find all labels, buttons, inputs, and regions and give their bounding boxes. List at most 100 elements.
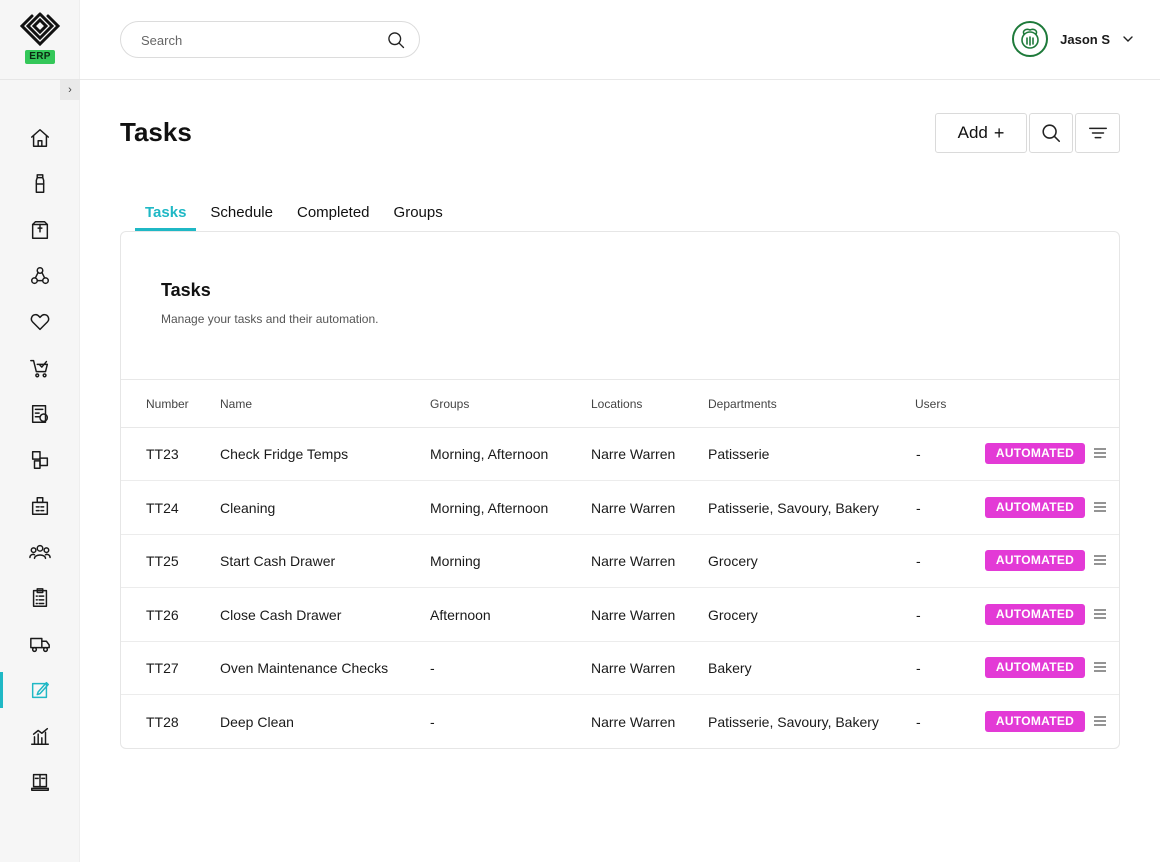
- task-location: Narre Warren: [591, 660, 676, 676]
- column-header-departments[interactable]: Departments: [708, 397, 777, 411]
- clipboard-icon: [32, 588, 48, 607]
- card-title: Tasks: [161, 280, 211, 300]
- tab-tasks[interactable]: Tasks: [135, 200, 197, 231]
- tab-groups[interactable]: Groups: [384, 200, 453, 231]
- card-subtitle: Manage your tasks and their automation.: [161, 312, 379, 326]
- search-button[interactable]: [1029, 113, 1073, 153]
- nav-network[interactable]: [0, 258, 80, 294]
- menu-icon[interactable]: [1093, 553, 1107, 567]
- nav-tasks[interactable]: [0, 672, 80, 708]
- warehouse-icon: [31, 497, 49, 515]
- avatar: [1012, 21, 1049, 57]
- nav-checklists[interactable]: [0, 580, 80, 616]
- search-icon[interactable]: [386, 30, 406, 50]
- column-header-name[interactable]: Name: [220, 397, 252, 411]
- search-input[interactable]: [141, 30, 371, 50]
- task-location: Narre Warren: [591, 553, 676, 569]
- logo-icon: [19, 12, 61, 47]
- task-departments: Patisserie, Savoury, Bakery: [708, 500, 879, 516]
- menu-icon[interactable]: [1093, 500, 1107, 514]
- table-row[interactable]: TT25 Start Cash Drawer Morning Narre War…: [121, 535, 1119, 588]
- nav-favourites[interactable]: [0, 304, 80, 340]
- nav-home[interactable]: [0, 120, 80, 156]
- column-header-locations[interactable]: Locations: [591, 397, 642, 411]
- page-title: Tasks: [120, 117, 192, 147]
- table-row[interactable]: TT26 Close Cash Drawer Afternoon Narre W…: [121, 589, 1119, 642]
- task-users: -: [916, 660, 921, 676]
- nav-invoices[interactable]: [0, 396, 80, 432]
- tab-schedule[interactable]: Schedule: [200, 200, 283, 231]
- status-badge: AUTOMATED: [985, 443, 1085, 464]
- task-groups: Morning, Afternoon: [430, 446, 549, 462]
- task-groups: Afternoon: [430, 607, 491, 623]
- user-name: Jason S: [1060, 31, 1110, 47]
- task-number: TT24: [146, 500, 179, 516]
- column-header-number[interactable]: Number: [146, 397, 189, 411]
- nav-library[interactable]: [0, 764, 80, 800]
- status-badge: AUTOMATED: [985, 711, 1085, 732]
- sidebar: ERP ›: [0, 0, 80, 862]
- column-header-users[interactable]: Users: [915, 397, 946, 411]
- task-groups: -: [430, 660, 435, 676]
- invoice-icon: [31, 405, 49, 423]
- user-menu[interactable]: Jason S: [1012, 20, 1134, 58]
- package-icon: [31, 221, 49, 239]
- task-location: Narre Warren: [591, 607, 676, 623]
- nav-warehouse[interactable]: [0, 488, 80, 524]
- task-name: Deep Clean: [220, 714, 294, 730]
- task-users: -: [916, 553, 921, 569]
- nav-stock[interactable]: [0, 442, 80, 478]
- tab-completed[interactable]: Completed: [287, 200, 380, 231]
- menu-icon[interactable]: [1093, 607, 1107, 621]
- status-badge: AUTOMATED: [985, 550, 1085, 571]
- table-row[interactable]: TT24 Cleaning Morning, Afternoon Narre W…: [121, 482, 1119, 535]
- column-header-groups[interactable]: Groups: [430, 397, 469, 411]
- table-row[interactable]: TT27 Oven Maintenance Checks - Narre War…: [121, 642, 1119, 695]
- add-button[interactable]: Add +: [935, 113, 1027, 153]
- task-name: Close Cash Drawer: [220, 607, 342, 623]
- task-groups: Morning: [430, 553, 481, 569]
- nav-products[interactable]: [0, 166, 80, 202]
- chevron-down-icon: [1123, 36, 1133, 42]
- menu-icon[interactable]: [1093, 660, 1107, 674]
- network-icon: [31, 267, 49, 285]
- table-row[interactable]: TT28 Deep Clean - Narre Warren Patisseri…: [121, 696, 1119, 749]
- chef-avatar-icon: [1021, 28, 1039, 49]
- edit-icon: [31, 681, 49, 699]
- nav-delivery[interactable]: [0, 626, 80, 662]
- collapse-sidebar-button[interactable]: ›: [60, 80, 80, 100]
- nav-inventory[interactable]: [0, 212, 80, 248]
- task-location: Narre Warren: [591, 500, 676, 516]
- cart-check-icon: [30, 359, 49, 378]
- bottle-icon: [35, 174, 45, 193]
- task-departments: Patisserie: [708, 446, 770, 462]
- boxes-icon: [31, 451, 49, 469]
- task-users: -: [916, 714, 921, 730]
- book-icon: [31, 773, 49, 791]
- filter-button[interactable]: [1075, 113, 1120, 153]
- table-header: Number Name Groups Locations Departments…: [121, 379, 1119, 428]
- filter-icon: [1088, 127, 1107, 139]
- task-number: TT25: [146, 553, 179, 569]
- add-button-label: Add: [957, 123, 988, 142]
- task-departments: Grocery: [708, 553, 758, 569]
- menu-icon[interactable]: [1093, 714, 1107, 728]
- status-badge: AUTOMATED: [985, 497, 1085, 518]
- heart-icon: [30, 313, 50, 331]
- task-users: -: [916, 446, 921, 462]
- truck-icon: [30, 637, 50, 653]
- people-icon: [29, 544, 51, 560]
- search-bar[interactable]: [120, 21, 420, 58]
- task-departments: Bakery: [708, 660, 752, 676]
- tab-bar: Tasks Schedule Completed Groups: [135, 200, 457, 232]
- home-icon: [31, 129, 49, 147]
- task-departments: Patisserie, Savoury, Bakery: [708, 714, 879, 730]
- nav-people[interactable]: [0, 534, 80, 570]
- nav-reports[interactable]: [0, 718, 80, 754]
- nav-orders[interactable]: [0, 350, 80, 386]
- top-header: Jason S: [80, 0, 1160, 80]
- menu-icon[interactable]: [1093, 446, 1107, 460]
- task-number: TT28: [146, 714, 179, 730]
- tasks-card: Tasks Manage your tasks and their automa…: [120, 231, 1120, 749]
- table-row[interactable]: TT23 Check Fridge Temps Morning, Afterno…: [121, 428, 1119, 481]
